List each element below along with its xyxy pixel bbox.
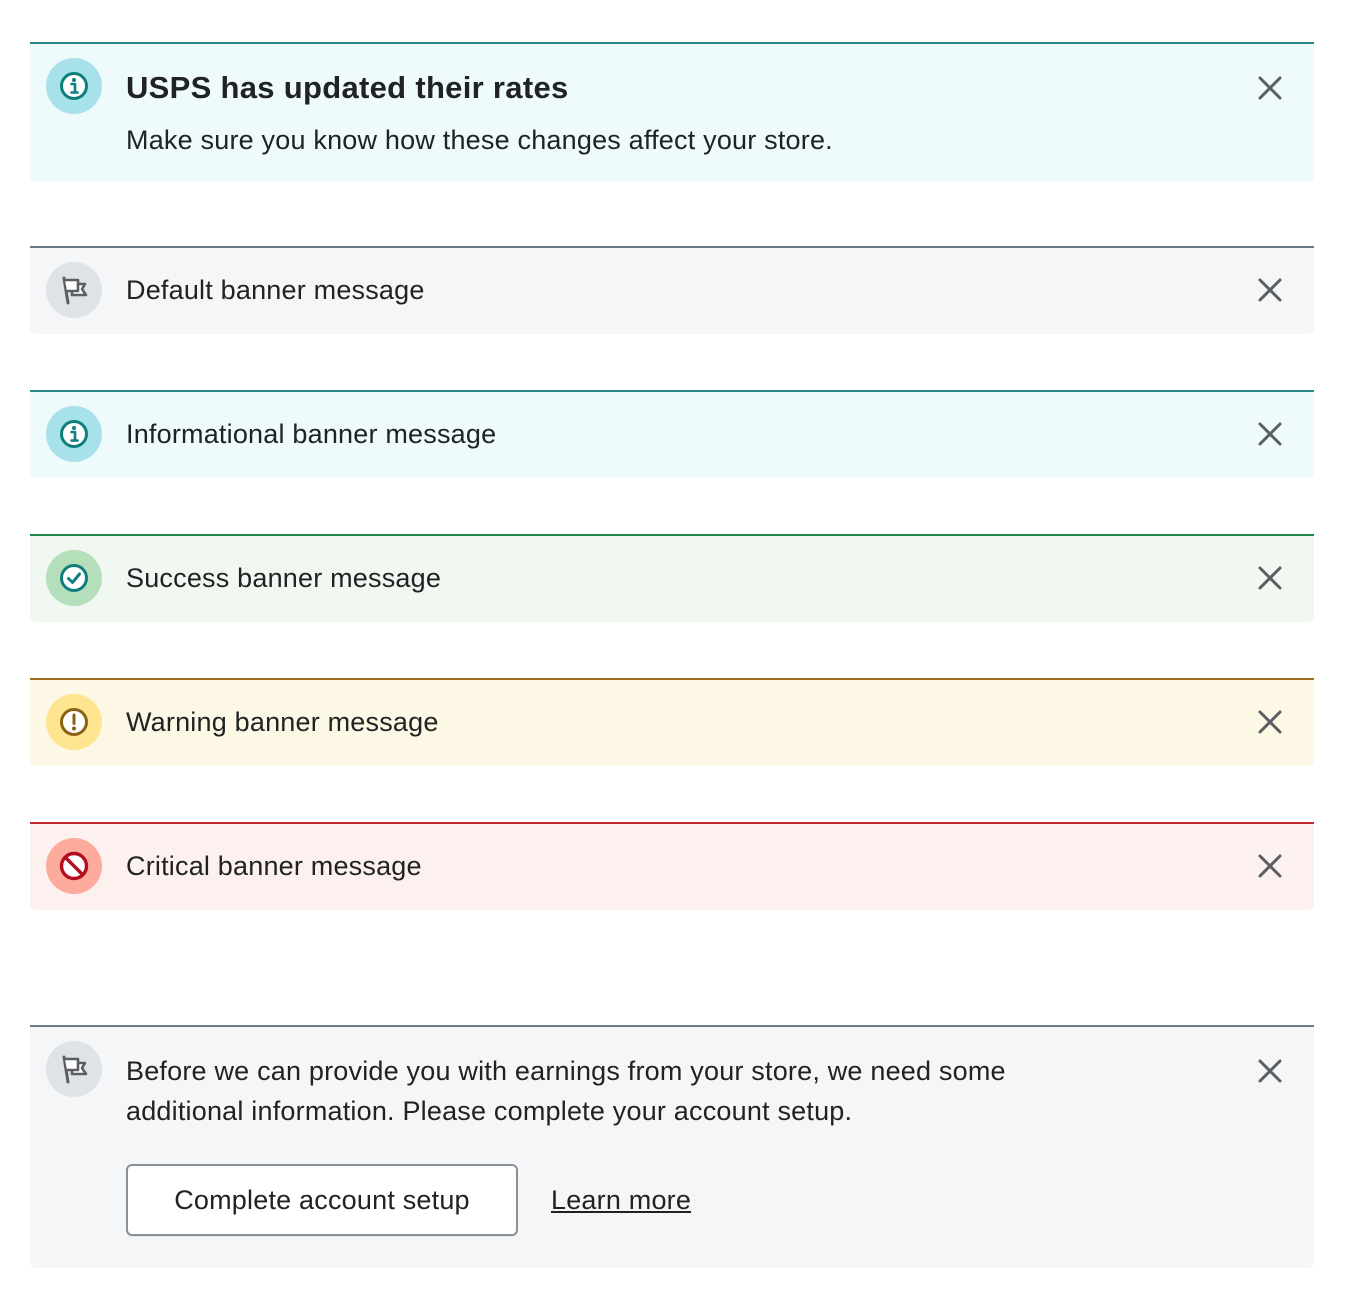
banner-message: Success banner message xyxy=(126,563,442,593)
close-icon xyxy=(1258,566,1282,590)
close-icon xyxy=(1258,76,1282,100)
usps-rates-banner: USPS has updated their rates Make sure y… xyxy=(30,42,1314,182)
banner-body: Before we can provide you with earnings … xyxy=(126,1056,1006,1126)
close-icon xyxy=(1258,854,1282,878)
banner-message: Informational banner message xyxy=(126,419,497,449)
banner-actions: Complete account setup Learn more xyxy=(126,1164,691,1236)
success-banner: Success banner message xyxy=(30,534,1314,622)
banner-body: Make sure you know how these changes aff… xyxy=(126,125,833,155)
dismiss-button[interactable] xyxy=(1252,272,1288,308)
default-banner: Default banner message xyxy=(30,246,1314,334)
critical-banner: Critical banner message xyxy=(30,822,1314,910)
flag-icon xyxy=(46,262,102,318)
dismiss-button[interactable] xyxy=(1252,416,1288,452)
dismiss-button[interactable] xyxy=(1252,70,1288,106)
info-circle-icon xyxy=(46,58,102,114)
flag-icon xyxy=(46,1041,102,1097)
info-banner: Informational banner message xyxy=(30,390,1314,478)
complete-account-setup-button[interactable]: Complete account setup xyxy=(126,1164,518,1236)
close-icon xyxy=(1258,710,1282,734)
dismiss-button[interactable] xyxy=(1252,704,1288,740)
account-setup-banner: Before we can provide you with earnings … xyxy=(30,1025,1314,1268)
check-circle-icon xyxy=(46,550,102,606)
info-circle-icon xyxy=(46,406,102,462)
close-icon xyxy=(1258,1059,1282,1083)
learn-more-link[interactable]: Learn more xyxy=(551,1185,691,1216)
close-icon xyxy=(1258,278,1282,302)
close-icon xyxy=(1258,422,1282,446)
exclamation-circle-icon xyxy=(46,694,102,750)
dismiss-button[interactable] xyxy=(1252,560,1288,596)
warning-banner: Warning banner message xyxy=(30,678,1314,766)
banner-message: Critical banner message xyxy=(126,851,422,881)
dismiss-button[interactable] xyxy=(1252,848,1288,884)
prohibited-circle-icon xyxy=(46,838,102,894)
dismiss-button[interactable] xyxy=(1252,1053,1288,1089)
banner-message: Default banner message xyxy=(126,275,425,305)
banner-showcase: USPS has updated their rates Make sure y… xyxy=(0,0,1346,1308)
banner-title: USPS has updated their rates xyxy=(126,70,569,105)
banner-message: Warning banner message xyxy=(126,707,439,737)
